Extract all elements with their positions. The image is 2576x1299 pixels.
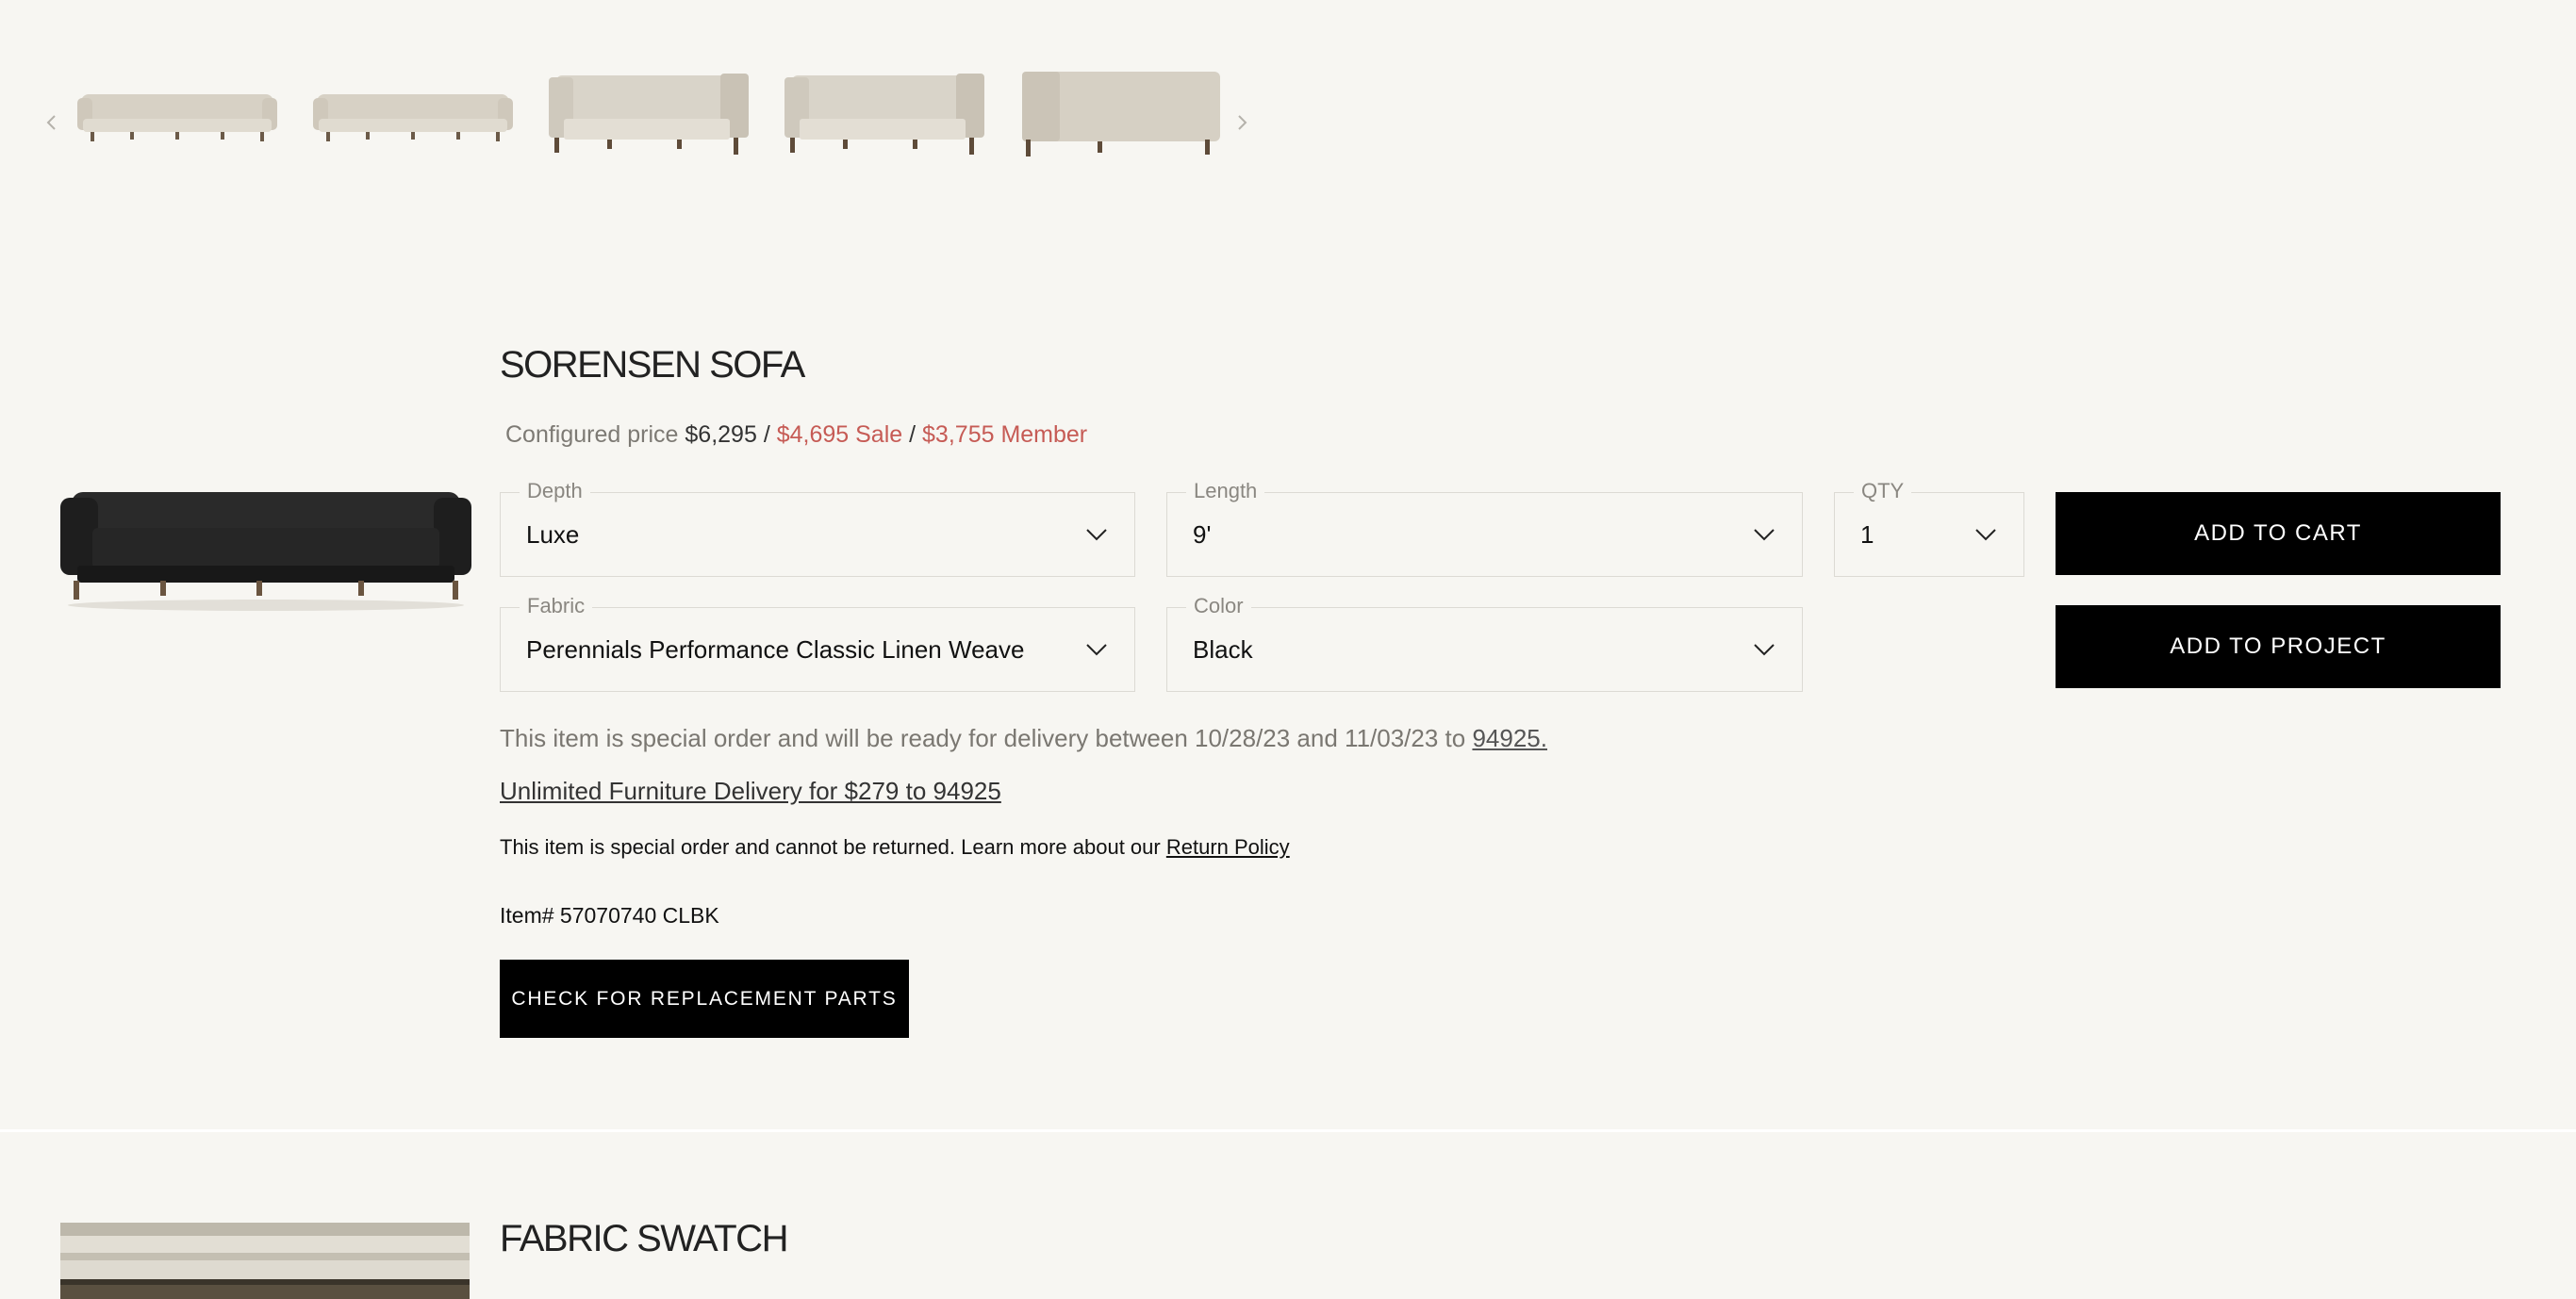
chevron-down-icon: [1086, 644, 1107, 656]
product-image: [58, 471, 473, 613]
product-page: SORENSEN SOFA Configured price $6,295 / …: [0, 0, 2576, 1299]
chevron-left-icon[interactable]: [38, 108, 66, 137]
thumbnail-sofa-2[interactable]: [309, 57, 517, 189]
add-to-cart-button[interactable]: ADD TO CART: [2056, 492, 2501, 575]
fabric-swatch-subtitle: [500, 1290, 613, 1299]
configured-price-label: Configured price: [505, 421, 679, 448]
thumbnail-sofa-4[interactable]: [781, 57, 988, 189]
section-divider: [0, 1129, 2576, 1132]
chevron-down-icon: [1754, 529, 1775, 541]
thumbnail-sofa-5[interactable]: [1016, 57, 1224, 189]
length-value: 9': [1193, 520, 1212, 549]
return-text: This item is special order and cannot be…: [500, 835, 1166, 859]
length-select[interactable]: Length 9': [1166, 479, 1803, 577]
price-separator: /: [763, 421, 770, 448]
depth-select[interactable]: Depth Luxe: [500, 479, 1135, 577]
qty-value: 1: [1860, 520, 1874, 549]
member-price: $3,755 Member: [922, 421, 1088, 448]
fabric-swatch-image: [60, 1223, 470, 1299]
return-info: This item is special order and cannot be…: [500, 835, 1290, 860]
chevron-down-icon: [1754, 644, 1775, 656]
thumbnail-sofa-1[interactable]: [74, 57, 281, 189]
sale-price: $4,695 Sale: [776, 421, 903, 448]
fabric-swatch-title: FABRIC SWATCH: [500, 1218, 788, 1259]
color-value: Black: [1193, 635, 1253, 664]
add-to-project-button[interactable]: ADD TO PROJECT: [2056, 605, 2501, 688]
qty-select[interactable]: QTY 1: [1834, 479, 2024, 577]
chevron-right-icon[interactable]: [1228, 108, 1256, 137]
depth-value: Luxe: [526, 520, 580, 549]
price-separator: /: [909, 421, 916, 448]
chevron-down-icon: [1086, 529, 1107, 541]
thumbnail-sofa-3[interactable]: [545, 57, 752, 189]
delivery-zip-link[interactable]: 94925.: [1472, 724, 1547, 752]
unlimited-delivery-link[interactable]: Unlimited Furniture Delivery for $279 to…: [500, 777, 1001, 806]
price-line: Configured price $6,295 / $4,695 Sale / …: [505, 421, 1087, 449]
depth-label: Depth: [520, 479, 590, 503]
delivery-info: This item is special order and will be r…: [500, 724, 1547, 753]
chevron-down-icon: [1975, 529, 1996, 541]
length-label: Length: [1186, 479, 1265, 503]
fabric-select[interactable]: Fabric Perennials Performance Classic Li…: [500, 594, 1135, 692]
qty-label: QTY: [1854, 479, 1912, 503]
thumbnail-carousel: [0, 57, 1282, 189]
item-number: Item# 57070740 CLBK: [500, 903, 719, 928]
color-label: Color: [1186, 594, 1251, 618]
return-policy-link[interactable]: Return Policy: [1166, 835, 1290, 859]
fabric-label: Fabric: [520, 594, 593, 618]
fabric-value: Perennials Performance Classic Linen Wea…: [526, 635, 1025, 664]
color-select[interactable]: Color Black: [1166, 594, 1803, 692]
product-title: SORENSEN SOFA: [500, 344, 805, 386]
replacement-parts-button[interactable]: CHECK FOR REPLACEMENT PARTS: [500, 960, 909, 1038]
configured-price-value: $6,295: [685, 421, 757, 448]
delivery-text: This item is special order and will be r…: [500, 724, 1473, 752]
